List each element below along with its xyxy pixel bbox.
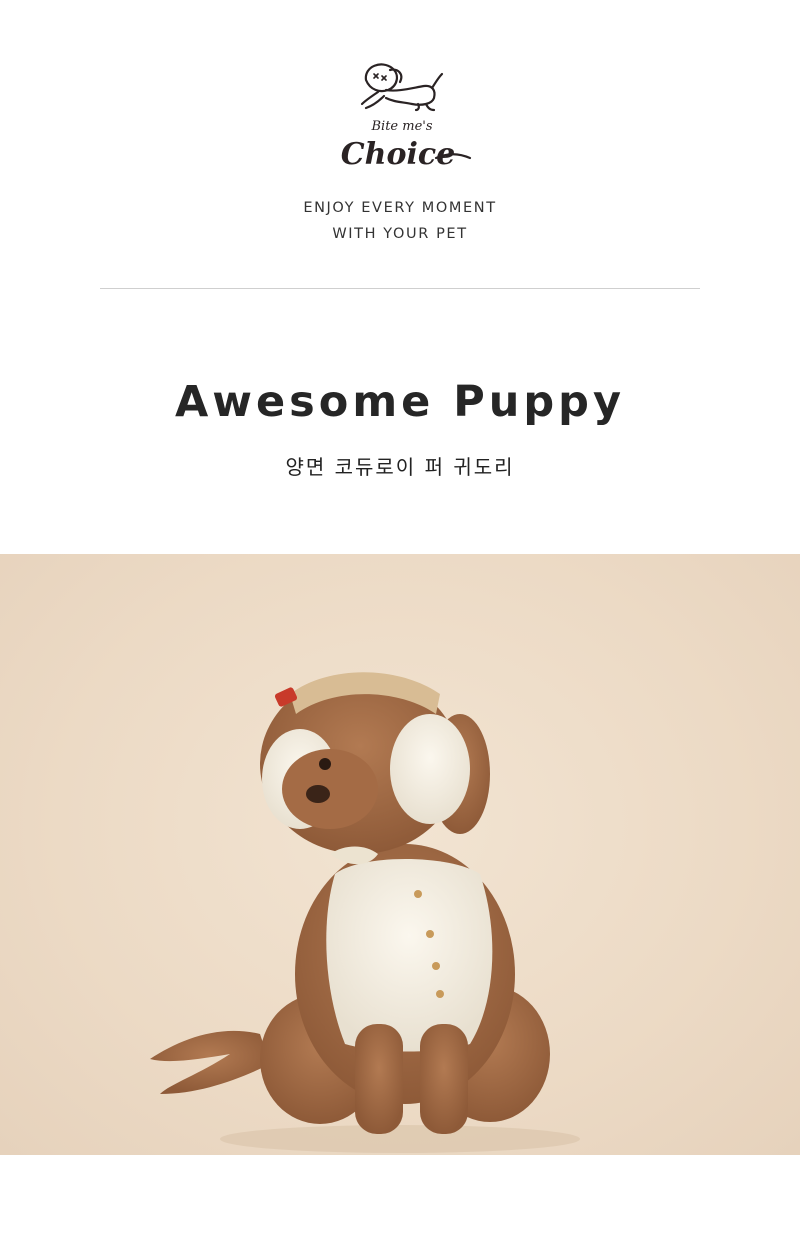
tagline-line1: ENJOY EVERY MOMENT xyxy=(303,200,497,216)
dog-logo-icon: Bite me's Choice xyxy=(341,63,472,172)
logo-large-text: Choice xyxy=(341,137,455,172)
brand-logo: Bite me's Choice xyxy=(320,52,480,180)
product-subtitle: 양면 코듀로이 퍼 귀도리 xyxy=(285,455,515,479)
divider xyxy=(100,288,700,289)
product-title: Awesome Puppy xyxy=(175,377,625,427)
dog-icon xyxy=(150,672,580,1153)
product-photo xyxy=(0,554,800,1155)
tagline-line2: WITH YOUR PET xyxy=(332,226,468,242)
logo-small-text: Bite me's xyxy=(370,119,432,134)
